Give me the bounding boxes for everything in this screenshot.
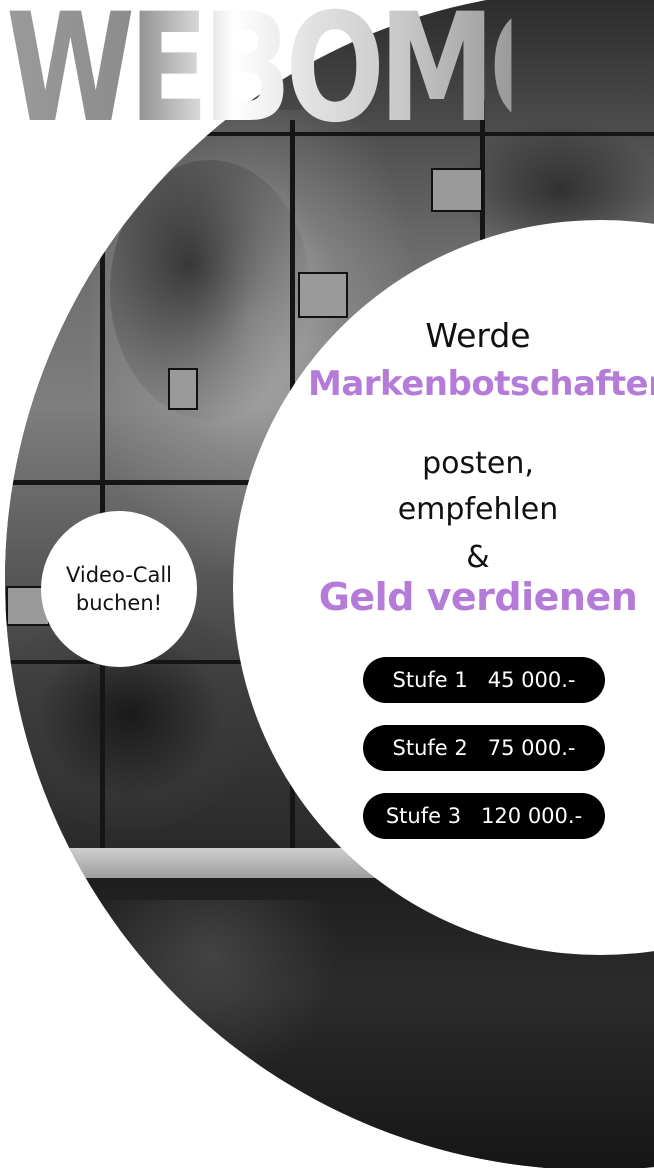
artwork-frame: [298, 272, 348, 318]
tier-amount: 75 000.-: [487, 736, 576, 760]
tier-badge-2: Stufe 2 75 000.-: [363, 725, 605, 771]
video-call-button[interactable]: Video-Call buchen!: [41, 511, 197, 667]
headline-posten: posten,: [422, 446, 534, 481]
tier-level: Stufe 3: [385, 804, 462, 828]
tier-badge-1: Stufe 1 45 000.-: [363, 657, 605, 703]
brand-title: WEBOMO: [6, 0, 588, 144]
artwork-frame: [168, 368, 198, 410]
video-call-label: Video-Call: [65, 563, 172, 587]
video-call-label: buchen!: [75, 591, 163, 615]
promo-poster: WEBOMO Werde Markenbotschafter posten, e…: [0, 0, 654, 1168]
art-ink-swirl: [110, 160, 310, 420]
tier-amount: 45 000.-: [487, 668, 576, 692]
tier-badge-3: Stufe 3 120 000.-: [363, 793, 605, 839]
tier-level: Stufe 1: [392, 668, 468, 692]
headline-werde: Werde: [425, 316, 531, 355]
floor-reflection: [80, 900, 340, 1080]
headline-empfehlen: empfehlen: [397, 492, 559, 527]
tier-amount: 120 000.-: [481, 804, 583, 828]
headline-markenbotschafter: Markenbotschafter: [308, 364, 654, 404]
artwork-frame: [431, 168, 483, 212]
headline-ampersand: &: [466, 540, 490, 575]
tier-level: Stufe 2: [392, 736, 468, 760]
headline-geld-verdienen: Geld verdienen: [318, 575, 638, 619]
